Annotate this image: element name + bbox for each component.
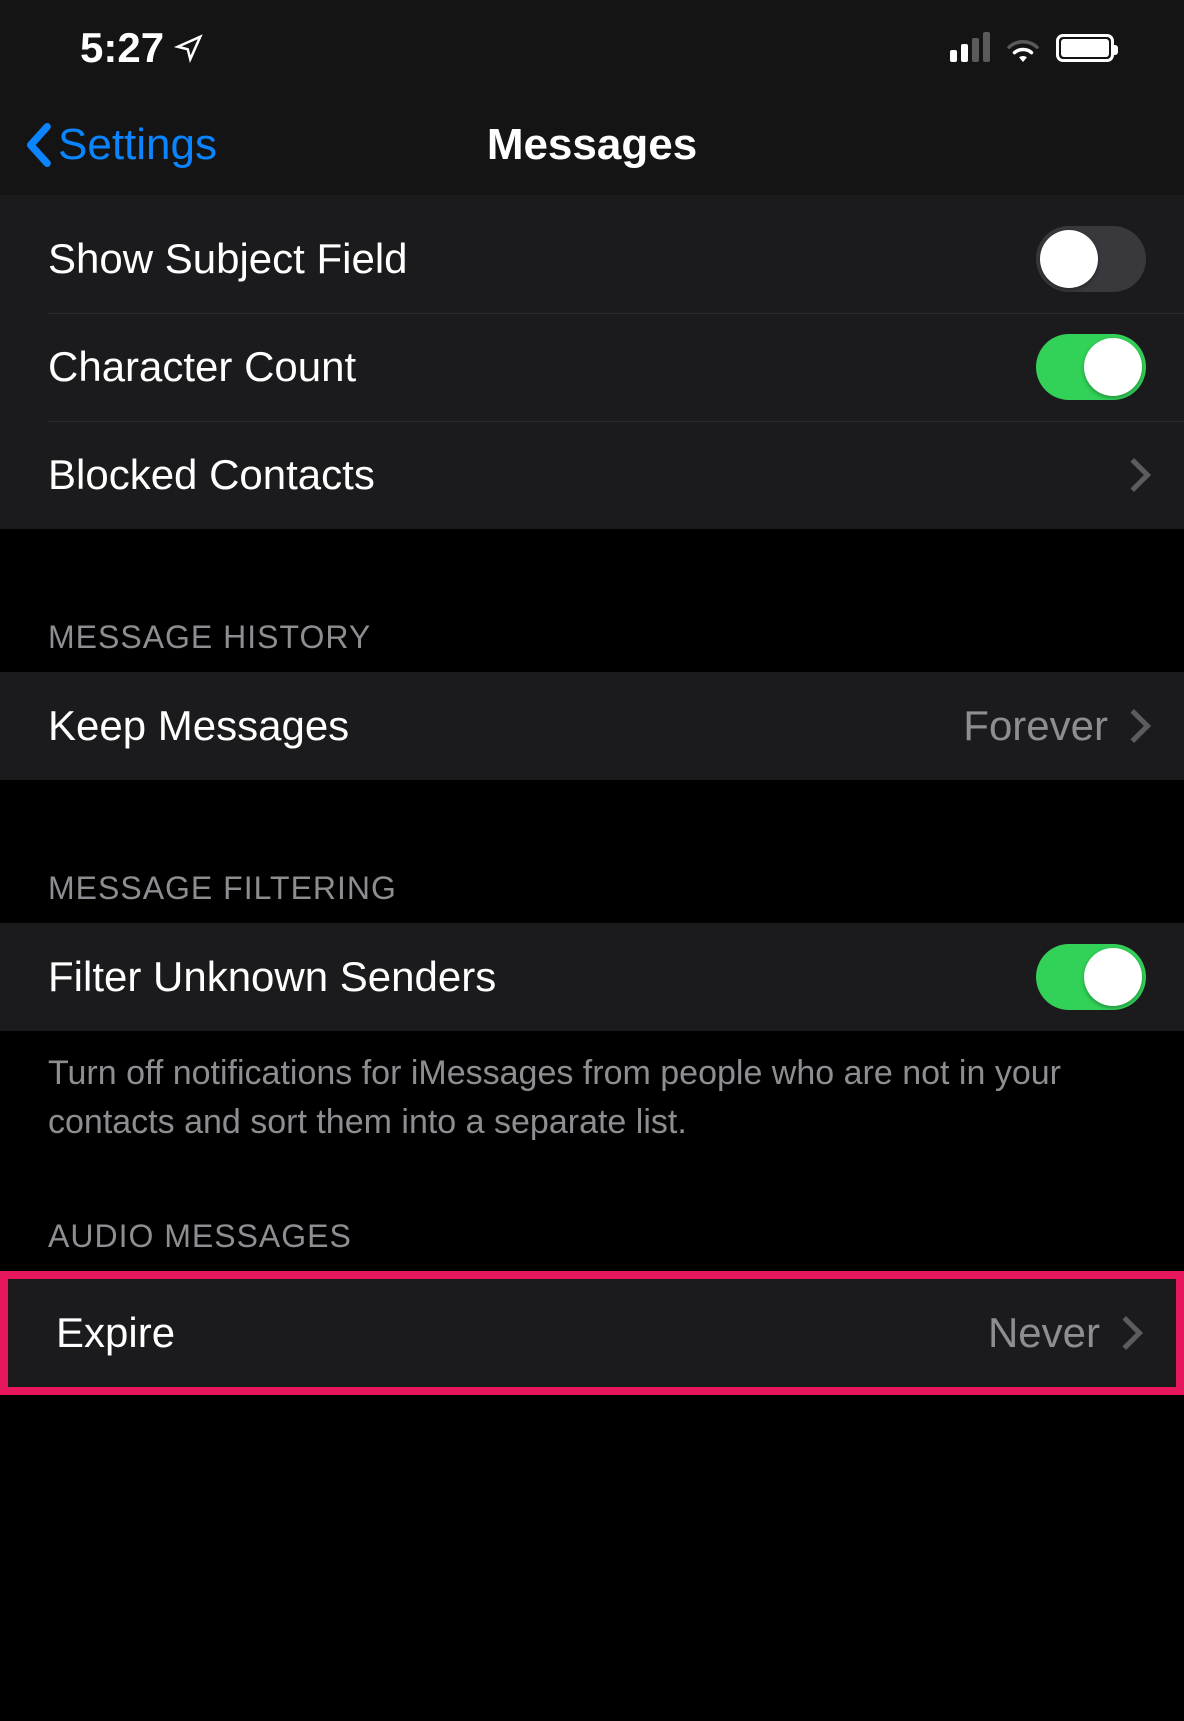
settings-group-filtering: Filter Unknown Senders [0, 923, 1184, 1031]
row-value: Never [988, 1309, 1100, 1357]
nav-bar: Settings Messages [0, 95, 1184, 195]
group-header-audio-messages: AUDIO MESSAGES [0, 1158, 1184, 1271]
row-keep-messages[interactable]: Keep Messages Forever [0, 672, 1184, 780]
status-icons [950, 34, 1114, 62]
row-value: Forever [963, 702, 1108, 750]
toggle-show-subject[interactable] [1036, 226, 1146, 292]
row-show-subject-field[interactable]: Show Subject Field [0, 205, 1184, 313]
settings-group: Show Subject Field Character Count Block… [0, 195, 1184, 529]
status-bar: 5:27 [0, 0, 1184, 95]
row-label: Blocked Contacts [48, 451, 1122, 499]
group-header-message-filtering: MESSAGE FILTERING [0, 780, 1184, 923]
row-expire[interactable]: Expire Never [8, 1279, 1176, 1387]
chevron-right-icon [1117, 458, 1151, 492]
settings-group-history: Keep Messages Forever [0, 672, 1184, 780]
wifi-icon [1004, 34, 1042, 62]
location-arrow-icon [174, 33, 204, 63]
row-label: Character Count [48, 343, 1036, 391]
toggle-filter-unknown[interactable] [1036, 944, 1146, 1010]
group-header-message-history: MESSAGE HISTORY [0, 529, 1184, 672]
row-label: Keep Messages [48, 702, 963, 750]
status-time: 5:27 [80, 24, 164, 72]
status-time-area: 5:27 [80, 24, 204, 72]
row-label: Filter Unknown Senders [48, 953, 1036, 1001]
row-label: Expire [56, 1309, 988, 1357]
row-filter-unknown-senders[interactable]: Filter Unknown Senders [0, 923, 1184, 1031]
back-button[interactable]: Settings [24, 120, 217, 170]
chevron-right-icon [1109, 1316, 1143, 1350]
row-label: Show Subject Field [48, 235, 1036, 283]
cellular-signal-icon [950, 34, 990, 62]
toggle-character-count[interactable] [1036, 334, 1146, 400]
back-label: Settings [58, 120, 217, 170]
settings-group-audio: Expire Never [0, 1271, 1184, 1395]
chevron-left-icon [24, 123, 52, 167]
row-blocked-contacts[interactable]: Blocked Contacts [0, 421, 1184, 529]
group-footer-filtering: Turn off notifications for iMessages fro… [0, 1031, 1184, 1158]
row-character-count[interactable]: Character Count [0, 313, 1184, 421]
battery-icon [1056, 34, 1114, 62]
chevron-right-icon [1117, 709, 1151, 743]
